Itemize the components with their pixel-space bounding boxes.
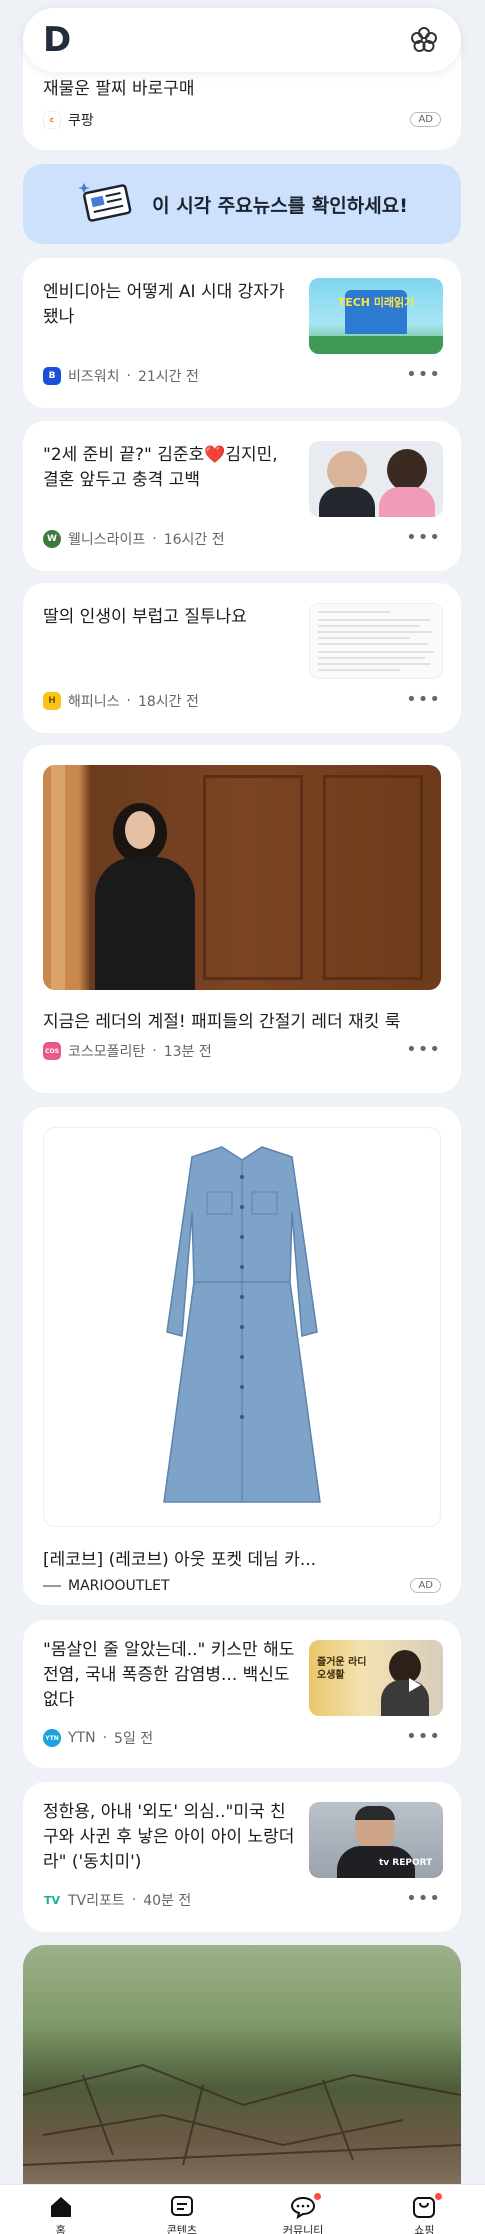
news-card-1[interactable]: 엔비디아는 어떻게 AI 시대 강자가 됐나 TECH 미래읽기 B 비즈워치 …	[23, 258, 461, 408]
ad-source-row: c 쿠팡	[43, 110, 94, 130]
tab-label: 쇼핑	[414, 2224, 435, 2234]
tab-community[interactable]: 커뮤니티	[263, 2193, 343, 2234]
ad-badge: AD	[410, 1578, 441, 1593]
play-icon	[409, 1678, 421, 1692]
news-title: "2세 준비 끝?" 김준호❤️김지민, 결혼 앞두고 충격 고백	[43, 445, 278, 490]
news-time: 5일 전	[114, 1731, 154, 1747]
news-source: 웰니스라이프	[68, 532, 146, 548]
flower-icon[interactable]	[407, 23, 441, 57]
news-time: 18시간 전	[137, 694, 199, 710]
news-time: 16시간 전	[163, 532, 225, 548]
news-source: TV리포트	[68, 1893, 125, 1909]
tab-contents[interactable]: 콘텐츠	[142, 2195, 222, 2234]
notification-dot	[435, 2193, 443, 2200]
notification-dot	[314, 2193, 322, 2200]
thumb-text: 즐거운 라디오생활	[317, 1657, 367, 1681]
contents-icon	[170, 2196, 193, 2216]
nature-image-card[interactable]	[23, 1945, 461, 2205]
thumb-text: tv REPORT	[379, 1858, 433, 1868]
news-title: 엔비디아는 어떻게 AI 시대 강자가 됐나	[43, 282, 285, 327]
tab-home[interactable]: 홈	[21, 2195, 101, 2234]
more-options-button[interactable]: •••	[406, 691, 441, 709]
more-options-button[interactable]: •••	[406, 1041, 441, 1059]
news-card-5[interactable]: 정한용, 아내 '외도' 의심.."미국 친구와 사귄 후 낳은 아이 아이 노…	[23, 1782, 461, 1932]
more-options-button[interactable]: •••	[406, 1728, 441, 1746]
news-card-2[interactable]: "2세 준비 끝?" 김준호❤️김지민, 결혼 앞두고 충격 고백 W 웰니스라…	[23, 421, 461, 571]
feature-image	[43, 765, 441, 990]
news-thumbnail: 즐거운 라디오생활	[309, 1640, 443, 1716]
tab-shopping[interactable]: 쇼핑	[384, 2193, 464, 2234]
news-thumbnail	[309, 441, 443, 517]
news-source: YTN	[68, 1730, 96, 1746]
home-icon	[50, 2197, 71, 2217]
more-options-button[interactable]: •••	[406, 529, 441, 547]
news-source: 비즈워치	[68, 369, 120, 385]
news-thumbnail: TECH 미래읽기	[309, 278, 443, 354]
more-options-button[interactable]: •••	[406, 1890, 441, 1908]
news-source-row: W 웰니스라이프 · 16시간 전	[43, 529, 225, 549]
feature-title: 지금은 레더의 계절! 패피들의 간절기 레더 재킷 룩	[43, 1012, 401, 1032]
news-title: 딸의 인생이 부럽고 질투나요	[43, 607, 247, 627]
top-header: D	[23, 8, 461, 72]
news-time: 21시간 전	[137, 369, 199, 385]
source-icon: H	[43, 692, 61, 710]
news-card-4[interactable]: "몸살인 줄 알았는데.." 키스만 해도 전염, 국내 폭증한 감염병... …	[23, 1620, 461, 1768]
tab-label: 콘텐츠	[166, 2224, 198, 2234]
news-time: 40분 전	[143, 1893, 192, 1909]
feature-card[interactable]: 지금은 레더의 계절! 패피들의 간절기 레더 재킷 룩 COS 코스모폴리탄 …	[23, 745, 461, 1093]
dress-image	[43, 1127, 441, 1527]
news-source: 해피니스	[68, 694, 120, 710]
source-icon: B	[43, 367, 61, 385]
news-source-row: YTN YTN · 5일 전	[43, 1728, 153, 1748]
document-preview-icon	[318, 611, 434, 671]
chat-icon	[291, 2196, 316, 2219]
ad-title: 재물운 팔찌 바로구매	[43, 79, 195, 99]
app-logo[interactable]: D	[43, 23, 71, 57]
branches-illustration	[23, 2063, 461, 2166]
news-source-row: B 비즈워치 · 21시간 전	[43, 366, 199, 386]
news-title: "몸살인 줄 알았는데.." 키스만 해도 전염, 국내 폭증한 감염병... …	[43, 1640, 295, 1710]
top-news-banner[interactable]: 이 시각 주요뉴스를 확인하세요!	[23, 164, 461, 244]
source-icon: YTN	[43, 1729, 61, 1747]
ad-source: 쿠팡	[68, 113, 94, 129]
news-title: 정한용, 아내 '외도' 의심.."미국 친구와 사귄 후 낳은 아이 아이 노…	[43, 1802, 295, 1872]
shopping-bag-icon	[413, 2197, 436, 2218]
feature-time: 13분 전	[163, 1044, 212, 1060]
bottom-tab-bar: 홈 콘텐츠 커뮤니티 쇼핑	[0, 2184, 485, 2234]
news-source-row: H 해피니스 · 18시간 전	[43, 691, 199, 711]
source-icon: COS	[43, 1042, 61, 1060]
more-options-button[interactable]: •••	[406, 366, 441, 384]
ad-card-dress[interactable]: [레코브] (레코브) 아웃 포켓 데님 카... MARIOOUTLET AD	[23, 1107, 461, 1605]
ad-title: [레코브] (레코브) 아웃 포켓 데님 카...	[43, 1550, 317, 1570]
thumb-text: TECH 미래읽기	[337, 296, 415, 309]
feature-source-row: COS 코스모폴리탄 · 13분 전	[43, 1041, 212, 1061]
news-thumbnail: tv REPORT	[309, 1802, 443, 1878]
ad-badge: AD	[410, 112, 441, 127]
tab-label: 홈	[55, 2224, 66, 2234]
source-icon: TV	[43, 1891, 61, 1909]
mario-outlet-icon	[43, 1577, 61, 1595]
news-card-3[interactable]: 딸의 인생이 부럽고 질투나요 H 해피니스 · 18시간 전 •••	[23, 583, 461, 733]
newspaper-icon	[76, 177, 138, 231]
news-source-row: TV TV리포트 · 40분 전	[43, 1891, 192, 1909]
ad-source: MARIOOUTLET	[68, 1578, 170, 1594]
banner-text: 이 시각 주요뉴스를 확인하세요!	[152, 194, 408, 217]
news-thumbnail	[309, 603, 443, 679]
coupang-icon: c	[43, 111, 61, 129]
ad-source-row: MARIOOUTLET	[43, 1577, 170, 1595]
feature-source: 코스모폴리탄	[68, 1044, 146, 1060]
tab-label: 커뮤니티	[282, 2224, 324, 2234]
source-icon: W	[43, 530, 61, 548]
